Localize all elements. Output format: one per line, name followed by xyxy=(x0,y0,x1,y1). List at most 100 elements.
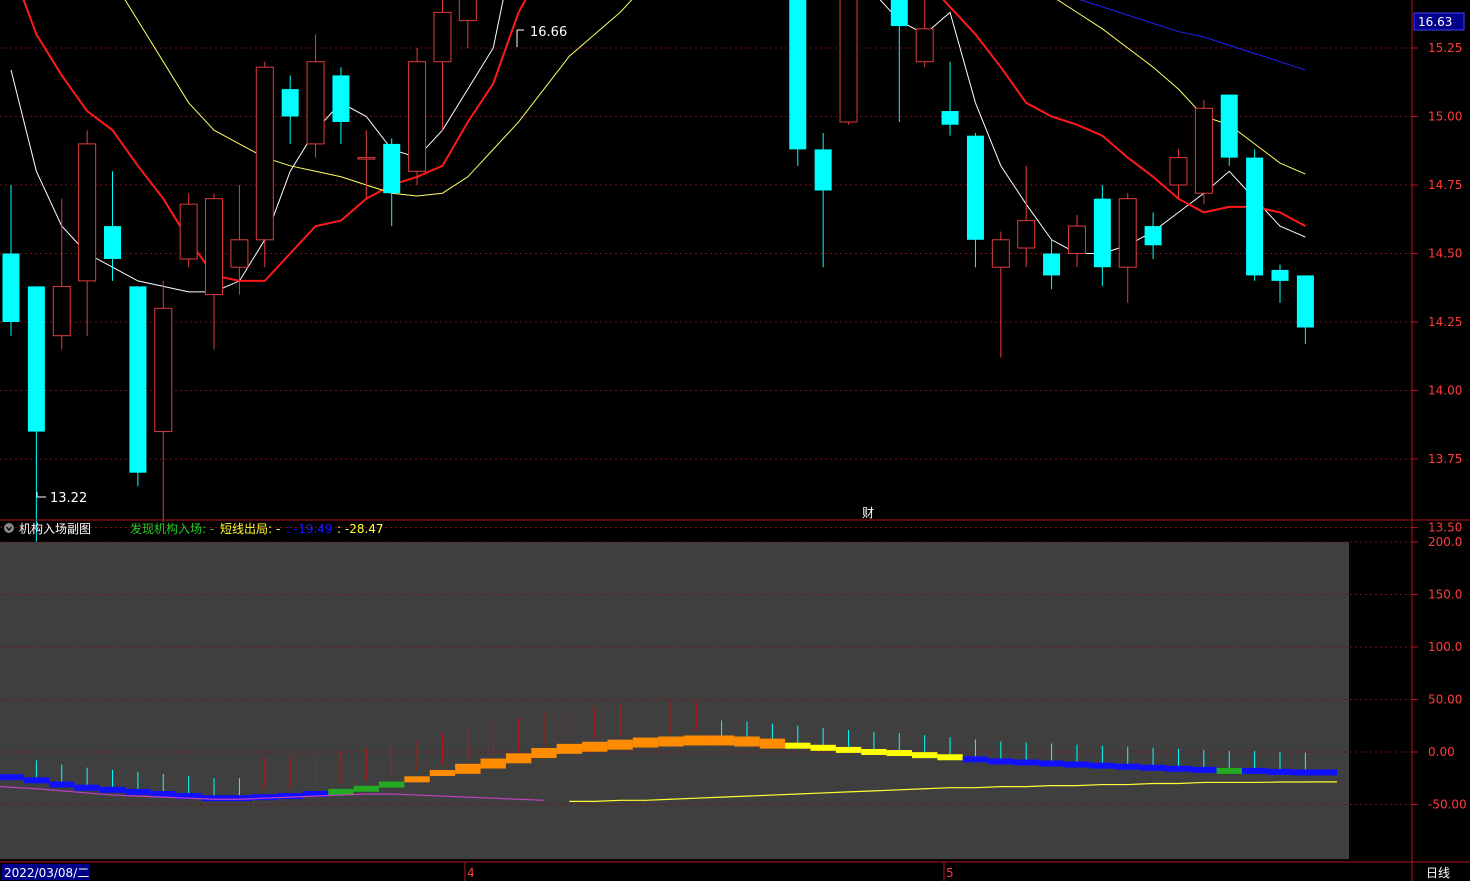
legend-institution-entry-label: 发现机构入场: xyxy=(130,521,206,536)
indicator-ribbon-segment xyxy=(277,793,303,800)
candle-body-up xyxy=(230,239,249,268)
candle-body-down xyxy=(1246,157,1264,276)
candle-body-down xyxy=(27,286,45,432)
indicator-ribbon-segment xyxy=(632,737,659,748)
candle-body-down xyxy=(1220,94,1238,158)
indicator-ribbon-segment xyxy=(1165,765,1192,772)
indicator-title: 机构入场副图 xyxy=(19,521,91,536)
indicator-ribbon-segment xyxy=(74,784,100,791)
candle-body-down xyxy=(1093,198,1111,268)
indicator-ribbon-segment xyxy=(252,794,278,801)
indicator-ribbon-segment xyxy=(658,736,684,747)
candle[interactable] xyxy=(129,286,147,487)
indicator-ribbon-segment xyxy=(1038,760,1065,767)
candle[interactable] xyxy=(839,0,858,125)
indicator-ribbon-segment xyxy=(99,786,126,793)
current-price-label: 16.63 xyxy=(1418,15,1452,29)
indicator-ribbon-segment xyxy=(353,785,380,792)
indicator-ribbon-segment xyxy=(1216,767,1242,774)
period-selector[interactable]: 日线 xyxy=(1426,866,1450,880)
indicator-ribbon-segment xyxy=(911,752,938,759)
candle-body-up xyxy=(1194,107,1213,194)
indicator-ribbon-segment xyxy=(1064,761,1090,768)
indicator-ribbon-segment xyxy=(1241,767,1268,774)
indicator-ribbon-segment xyxy=(962,756,989,763)
candle[interactable] xyxy=(1194,100,1213,205)
legend-short-exit-value: - xyxy=(276,522,280,536)
candle-body-up xyxy=(154,307,173,433)
indicator-ribbon-segment xyxy=(1267,768,1293,775)
indicator-ribbon-segment xyxy=(582,741,608,752)
price-tick-label: 14.00 xyxy=(1428,384,1462,398)
candle-body-up xyxy=(839,0,858,123)
price-tick-label: 15.25 xyxy=(1428,41,1462,55)
candle-body-up xyxy=(1118,198,1137,268)
indicator-ribbon-segment xyxy=(404,776,430,783)
indicator-tick-label: 50.00 xyxy=(1428,693,1462,707)
indicator-ribbon-segment xyxy=(531,748,557,759)
candle-body-up xyxy=(52,285,71,337)
month-5-label: 5 xyxy=(946,866,954,880)
month-4-label: 4 xyxy=(467,866,475,880)
indicator-ribbon-segment xyxy=(683,735,709,746)
candle-body-down xyxy=(2,253,20,322)
price-tick-label: 14.25 xyxy=(1428,315,1462,329)
price-tick-label: 13.50 xyxy=(1428,521,1462,535)
price-tick-label: 14.50 xyxy=(1428,247,1462,261)
price-tick-label: 13.75 xyxy=(1428,452,1462,466)
indicator-title-bar: 机构入场副图 发现机构入场: - 短线出局: - : -19.49 : -28.… xyxy=(4,521,384,536)
candle[interactable] xyxy=(179,193,198,268)
candle-body-down xyxy=(129,286,147,473)
candle[interactable] xyxy=(255,61,274,268)
indicator-ribbon-segment xyxy=(1292,769,1337,776)
financial-event-marker[interactable]: 财 xyxy=(862,506,874,520)
candle[interactable] xyxy=(1246,149,1264,281)
candle-body-up xyxy=(179,203,198,260)
indicator-ribbon-segment xyxy=(201,795,227,802)
legend-institution-entry-value: - xyxy=(210,522,214,536)
candle-body-down xyxy=(789,0,807,150)
candle[interactable] xyxy=(1220,94,1238,166)
candle-body-up xyxy=(433,11,452,63)
indicator-ribbon-segment xyxy=(556,743,583,754)
candle-body-down xyxy=(104,226,122,259)
candle-body-down xyxy=(941,111,959,125)
candle[interactable] xyxy=(408,48,427,185)
indicator-ribbon-segment xyxy=(988,758,1014,765)
stock-chart[interactable]: 16.5016.2516.0015.7515.5015.2515.0014.75… xyxy=(0,0,1470,881)
candle-body-up xyxy=(357,157,376,160)
indicator-ribbon-segment xyxy=(455,763,481,774)
start-date-label: 2022/03/08/二 xyxy=(4,866,89,880)
candle-body-up xyxy=(408,61,427,172)
candle-body-down xyxy=(332,75,350,122)
candle[interactable] xyxy=(789,0,807,166)
legend-series-2-value: : -28.47 xyxy=(337,522,384,536)
indicator-ribbon-segment xyxy=(150,791,176,797)
high-price-label: 16.66 xyxy=(530,25,567,40)
low-price-label: 13.22 xyxy=(50,491,87,506)
indicator-ribbon-segment xyxy=(1013,759,1039,766)
legend-series-1-value: : -19.49 xyxy=(286,522,333,536)
candle-body-down xyxy=(890,0,908,27)
legend-short-exit-label: 短线出局: xyxy=(220,522,272,536)
candle-body-up xyxy=(915,28,934,63)
indicator-ribbon-segment xyxy=(505,753,532,764)
price-tick-label: 14.75 xyxy=(1428,178,1462,192)
candle-body-up xyxy=(1067,225,1086,255)
indicator-ribbon-segment xyxy=(1191,766,1217,773)
indicator-ribbon-segment xyxy=(785,742,811,749)
indicator-ribbon-segment xyxy=(1115,763,1141,770)
candle-body-down xyxy=(383,143,401,194)
indicator-ribbon-segment xyxy=(0,774,24,781)
indicator-ribbon-segment xyxy=(1140,764,1166,771)
candle-body-up xyxy=(991,239,1010,268)
candle-body-up xyxy=(1169,157,1188,186)
indicator-ribbon-segment xyxy=(328,788,354,795)
indicator-menu-icon[interactable] xyxy=(4,523,14,533)
indicator-ribbon-segment xyxy=(835,746,862,753)
indicator-ribbon-segment xyxy=(810,744,836,751)
indicator-tick-label: 200.0 xyxy=(1428,535,1462,549)
indicator-ribbon-segment xyxy=(49,781,75,788)
indicator-ribbon-segment xyxy=(937,754,963,761)
indicator-ribbon-segment xyxy=(861,749,887,755)
